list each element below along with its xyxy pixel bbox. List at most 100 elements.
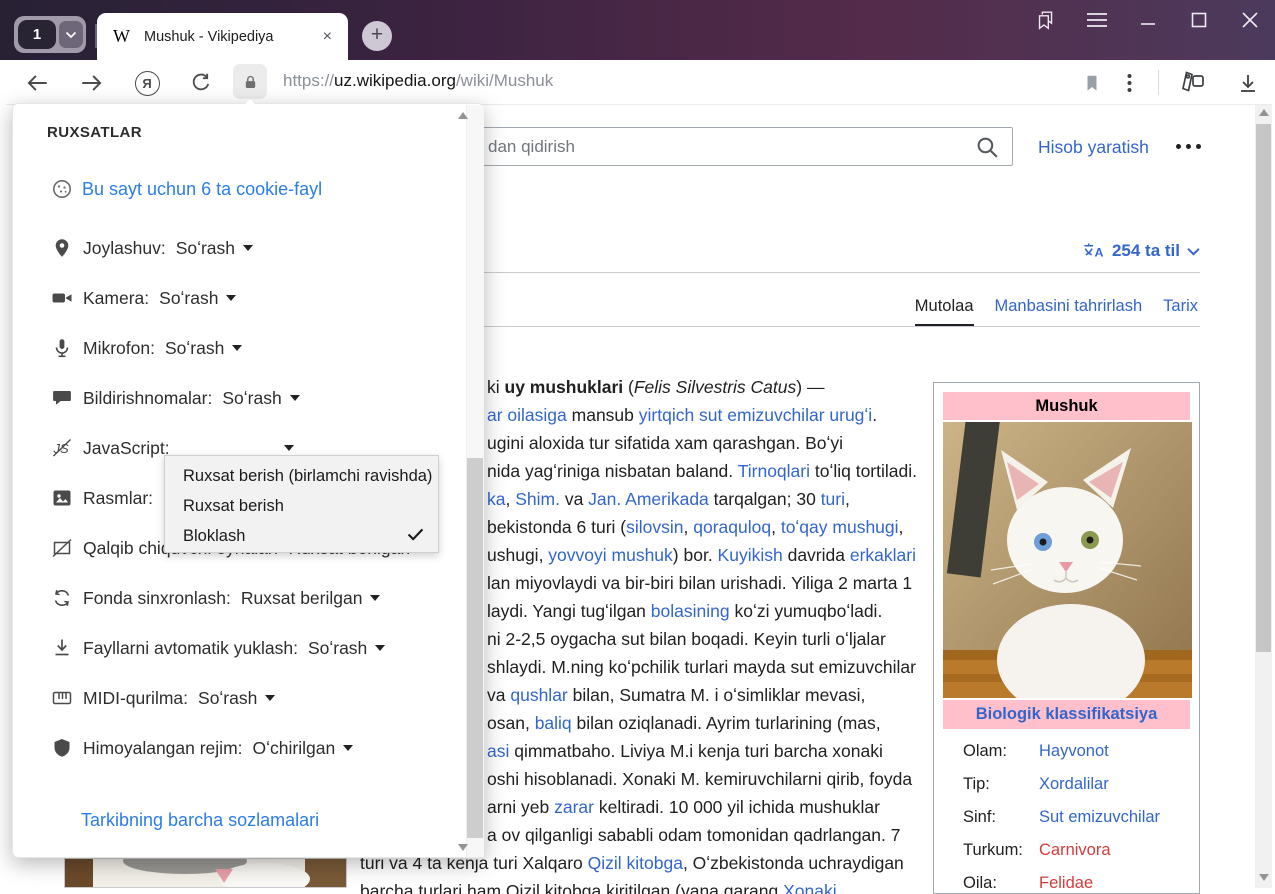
panel-scroll-down-icon[interactable] [454, 844, 472, 851]
kitten-photo[interactable] [943, 422, 1192, 698]
article-thumbnail-cat-photo[interactable] [64, 858, 347, 888]
permission-value-dropdown[interactable]: Soʻrash [198, 688, 275, 709]
language-count: 254 ta til [1112, 241, 1180, 261]
taxonomy-row: Tip:Xordalilar [943, 768, 1190, 801]
address-bar[interactable]: https://uz.wikipedia.org/wiki/Mushuk [283, 71, 553, 91]
personal-tools-menu[interactable] [1176, 144, 1201, 149]
article-link[interactable]: Jan. Amerikada [588, 489, 709, 509]
permission-value-dropdown[interactable]: Soʻrash [308, 638, 385, 659]
permission-value-dropdown[interactable]: Soʻrash [176, 238, 253, 259]
page-menu-button[interactable] [1115, 69, 1143, 97]
maximize-icon[interactable] [1186, 8, 1212, 32]
article-line: osan, baliq bilan oziqlanadi. Ayrim turl… [487, 713, 881, 734]
chevron-down-icon [226, 295, 236, 301]
notifications-icon [51, 387, 73, 409]
article-link[interactable]: qushlar [510, 685, 567, 705]
passwords-icon [1178, 70, 1206, 96]
permission-value-dropdown[interactable]: Soʻrash [165, 338, 242, 359]
panel-scrollbar-thumb[interactable] [467, 458, 483, 838]
location-icon [51, 237, 73, 259]
menu-icon[interactable] [1084, 8, 1110, 32]
minimize-icon[interactable] [1135, 8, 1161, 32]
forward-arrow-icon [79, 70, 105, 96]
site-lock-button[interactable] [233, 64, 267, 99]
taxonomy-link[interactable]: Hayvonot [1039, 742, 1109, 761]
cookies-link[interactable]: Bu sayt uchun 6 ta cookie-fayl [82, 179, 322, 200]
scroll-down-icon[interactable] [1255, 874, 1272, 881]
article-line: ka, Shim. va Jan. Amerikada tarqalgan; 3… [487, 489, 850, 510]
tab-title: Mushuk - Vikipediya [144, 29, 319, 45]
article-link[interactable]: Shim. [515, 489, 560, 509]
article-link[interactable]: asi [487, 741, 509, 761]
all-content-settings-link[interactable]: Tarkibning barcha sozlamalari [81, 810, 319, 831]
search-icon[interactable] [975, 135, 1000, 165]
permission-value-dropdown[interactable]: Soʻrash [159, 288, 236, 309]
article-tab[interactable]: Mutolaa [915, 297, 974, 326]
downloads-button[interactable] [1234, 69, 1262, 97]
taxonomy-link[interactable]: Xordalilar [1039, 775, 1109, 794]
tab-list-chevron[interactable] [59, 21, 83, 48]
permission-value-dropdown[interactable] [180, 445, 294, 451]
article-line: ki uy mushuklari (Felis Silvestris Catus… [487, 377, 824, 398]
taxonomy-label: Turkum: [963, 841, 1039, 860]
new-tab-button[interactable]: + [362, 21, 392, 51]
dropdown-option[interactable]: Ruxsat berish (birlamchi ravishda) [165, 461, 438, 491]
article-link[interactable]: qoraquloq [693, 517, 771, 537]
toolbar-divider [1158, 70, 1159, 95]
cookie-icon [51, 178, 73, 200]
tab-counter-button[interactable]: 1 [14, 16, 86, 53]
permission-value-dropdown[interactable]: Soʻrash [222, 388, 299, 409]
chevron-down-icon [65, 31, 77, 39]
article-link[interactable]: yirtqich sut emizuvchilar urugʻi [639, 405, 872, 425]
article-link[interactable]: yovvoyi mushuk [548, 545, 673, 565]
article-tab[interactable]: Manbasini tahrirlash [995, 297, 1143, 326]
scroll-up-icon[interactable] [1255, 109, 1272, 116]
passwords-button[interactable] [1178, 69, 1206, 97]
article-link[interactable]: Kuyikish [718, 545, 783, 565]
article-link[interactable]: erkaklari [850, 545, 916, 565]
reload-button[interactable] [187, 69, 215, 97]
article-link[interactable]: Xonaki [783, 881, 837, 894]
permission-value-dropdown[interactable]: Oʻchirilgan [253, 738, 354, 759]
article-link[interactable]: turi [821, 489, 845, 509]
article-link[interactable]: bolasining [651, 601, 730, 621]
article-link[interactable]: toʻqay mushugi [781, 517, 899, 537]
browser-tab[interactable]: W Mushuk - Vikipediya × [97, 13, 348, 60]
wikipedia-favicon: W [113, 26, 130, 47]
article-link[interactable]: silovsin [626, 517, 683, 537]
article-link[interactable]: Tirnoqlari [738, 461, 810, 481]
back-button[interactable] [23, 69, 51, 97]
dropdown-option[interactable]: Bloklash [165, 521, 438, 551]
article-tabs: Mutolaa Manbasini tahrirlash Tarix [915, 297, 1198, 326]
download-icon [1236, 71, 1260, 95]
taxonomy-link[interactable]: Felidae [1039, 874, 1093, 893]
taxobox: Mushuk [933, 382, 1200, 894]
article-link[interactable]: zarar [554, 797, 594, 817]
tab-close-icon[interactable]: × [319, 28, 336, 46]
article-link[interactable]: ka [487, 489, 505, 509]
chevron-down-icon [284, 445, 294, 451]
page-scrollbar-thumb[interactable] [1256, 124, 1271, 652]
permission-row: Fayllarni avtomatik yuklash:Soʻrash [51, 632, 385, 664]
panels-icon[interactable] [1033, 8, 1059, 32]
yandex-button[interactable]: Я [133, 69, 161, 97]
article-line: shlaydi. M.ning koʻpchilik turlari mayda… [487, 657, 916, 678]
article-link[interactable]: baliq [535, 713, 572, 733]
titlebar: 1 W Mushuk - Vikipediya × + [0, 0, 1275, 60]
url-scheme: https:// [283, 71, 334, 90]
panel-scroll-up-icon[interactable] [454, 112, 472, 119]
forward-button[interactable] [78, 69, 106, 97]
article-tab[interactable]: Tarix [1163, 297, 1198, 326]
permission-value-dropdown[interactable]: Ruxsat berilgan [241, 588, 381, 609]
dropdown-option[interactable]: Ruxsat berish [165, 491, 438, 521]
close-icon[interactable] [1237, 8, 1263, 32]
article-link[interactable]: ar oilasiga [487, 405, 567, 425]
chevron-down-icon [1187, 247, 1200, 256]
article-link[interactable]: Qizil kitobga [588, 853, 683, 873]
taxonomy-link[interactable]: Carnivora [1039, 841, 1111, 860]
create-account-link[interactable]: Hisob yaratish [1038, 137, 1149, 158]
bookmark-button[interactable] [1078, 69, 1106, 97]
taxonomy-link[interactable]: Sut emizuvchilar [1039, 808, 1160, 827]
language-selector[interactable]: A 254 ta til [1082, 241, 1200, 261]
permission-label: Rasmlar: [83, 488, 153, 509]
